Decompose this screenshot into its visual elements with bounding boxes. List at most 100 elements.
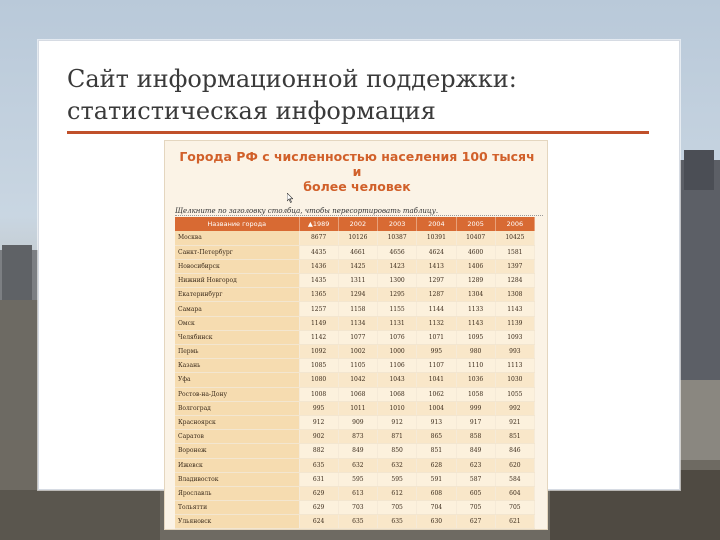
population-cell: 1406 (456, 259, 496, 275)
population-cell: 1425 (338, 259, 379, 275)
population-cell: 1300 (377, 273, 418, 289)
table-row: Ростов-на-Дону 1008 1068 1068 1062 1058 1055 (175, 387, 536, 402)
population-cell: 1149 (299, 316, 339, 331)
population-cell: 1132 (416, 316, 457, 331)
population-cell: 10391 (416, 231, 457, 246)
population-cell: 632 (338, 458, 379, 473)
mouse-cursor-icon (287, 193, 293, 203)
slide-title-line-2: статистическая информация (67, 97, 436, 125)
table-row: Челябинск 1142 1077 1076 1071 1095 1093 (175, 330, 536, 346)
population-cell: 635 (377, 514, 418, 529)
population-cell: 995 (299, 401, 339, 416)
population-cell: 620 (495, 458, 536, 473)
table-row: Ярославль 629 613 612 608 605 604 (175, 486, 536, 502)
table-row: Уфа 1080 1042 1043 1041 1036 1030 (175, 372, 536, 388)
city-name-cell: Ярославль (175, 486, 300, 502)
city-name-cell: Екатеринбург (175, 287, 300, 303)
website-screenshot: Города РФ с численностью населения 100 т… (164, 140, 548, 530)
table-row: Красноярск 912 909 912 913 917 921 (175, 415, 536, 431)
population-cell: 4435 (299, 245, 339, 260)
city-name-cell: Уфа (175, 372, 300, 388)
city-name-cell: Ульяновск (175, 514, 300, 529)
column-header-year[interactable]: 2002 (338, 217, 379, 231)
population-cell: 1142 (299, 330, 339, 346)
city-name-cell: Новосибирск (175, 259, 300, 275)
column-header-city[interactable]: Название города (175, 217, 300, 231)
population-cell: 623 (456, 458, 496, 473)
population-cell: 992 (495, 401, 536, 416)
column-header-year[interactable]: 2004 (416, 217, 457, 231)
column-header-year[interactable]: 2003 (377, 217, 418, 231)
population-cell: 8677 (299, 231, 339, 246)
city-name-cell: Самара (175, 301, 300, 317)
table-row: Владивосток 631 595 595 591 587 584 (175, 472, 536, 487)
population-cell: 921 (495, 415, 536, 431)
population-cell: 10407 (456, 231, 496, 246)
city-name-cell: Воронеж (175, 443, 300, 459)
population-cell: 1436 (299, 259, 339, 275)
population-cell: 1043 (377, 372, 418, 388)
population-cell: 630 (416, 514, 457, 529)
population-cell: 10425 (495, 231, 536, 246)
population-cell: 705 (377, 500, 418, 516)
city-name-cell: Омск (175, 316, 300, 331)
population-cell: 1042 (338, 372, 379, 388)
column-header-year[interactable]: 2006 (495, 217, 536, 231)
city-name-cell: Казань (175, 358, 300, 374)
city-name-cell: Нижний Новгород (175, 273, 300, 289)
population-cell: 1068 (338, 387, 379, 402)
table-row: Саратов 902 873 871 865 858 851 (175, 429, 536, 445)
population-cell: 1106 (377, 358, 418, 374)
population-cell: 703 (338, 500, 379, 516)
sort-hint-text: Щелкните по заголовку столбца, чтобы пер… (175, 207, 543, 216)
table-row: Самара 1257 1158 1155 1144 1133 1143 (175, 301, 536, 317)
city-name-cell: Ижевск (175, 458, 300, 473)
population-cell: 849 (456, 443, 496, 459)
population-cell: 1036 (456, 372, 496, 388)
population-cell: 1257 (299, 301, 339, 317)
population-cell: 1008 (299, 387, 339, 402)
table-heading-line-2: более человек (303, 179, 411, 194)
population-cell: 1113 (495, 358, 536, 374)
table-row: Ульяновск 624 635 635 630 627 621 (175, 514, 536, 529)
population-cell: 1080 (299, 372, 339, 388)
population-cell: 912 (377, 415, 418, 431)
population-cell: 584 (495, 472, 536, 487)
column-header-year[interactable]: ▲1989 (299, 217, 339, 231)
population-cell: 621 (495, 514, 536, 529)
population-cell: 1062 (416, 387, 457, 402)
population-cell: 591 (416, 472, 457, 487)
city-name-cell: Тольятти (175, 500, 300, 516)
population-cell: 608 (416, 486, 457, 502)
population-cell: 1134 (338, 316, 379, 331)
column-header-year[interactable]: 2005 (456, 217, 496, 231)
population-cell: 1581 (495, 245, 536, 260)
population-cell: 612 (377, 486, 418, 502)
population-cell: 613 (338, 486, 379, 502)
city-name-cell: Саратов (175, 429, 300, 445)
city-name-cell: Челябинск (175, 330, 300, 346)
population-cell: 1143 (495, 301, 536, 317)
population-cell: 882 (299, 443, 339, 459)
population-cell: 704 (416, 500, 457, 516)
title-underline (67, 131, 649, 134)
population-cell: 587 (456, 472, 496, 487)
population-cell: 1297 (416, 273, 457, 289)
table-row: Омск 1149 1134 1131 1132 1143 1139 (175, 316, 536, 331)
population-cell: 1133 (456, 301, 496, 317)
table-row: Новосибирск 1436 1425 1423 1413 1406 1397 (175, 259, 536, 275)
population-cell: 902 (299, 429, 339, 445)
population-cell: 1158 (338, 301, 379, 317)
population-cell: 4656 (377, 245, 418, 260)
population-cell: 604 (495, 486, 536, 502)
population-cell: 980 (456, 344, 496, 360)
population-cell: 1311 (338, 273, 379, 289)
population-cell: 913 (416, 415, 457, 431)
population-cell: 1085 (299, 358, 339, 374)
population-cell: 873 (338, 429, 379, 445)
table-row: Казань 1085 1105 1106 1107 1110 1113 (175, 358, 536, 374)
city-name-cell: Москва (175, 231, 300, 246)
population-cell: 624 (299, 514, 339, 529)
population-cell: 1093 (495, 330, 536, 346)
population-cell: 1011 (338, 401, 379, 416)
